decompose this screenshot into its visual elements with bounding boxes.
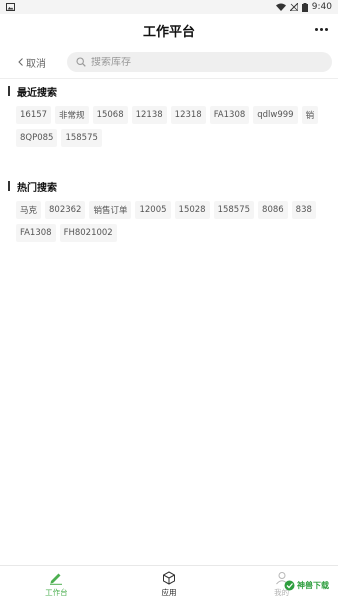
recent-tag[interactable]: 非常规 (55, 106, 89, 124)
watermark: 神兽下载 (284, 580, 329, 591)
nav-label-workbench: 工作台 (45, 587, 68, 597)
recent-tag[interactable]: FA1308 (209, 106, 250, 124)
more-button[interactable] (314, 22, 328, 36)
recent-tag[interactable]: 销 (301, 106, 319, 124)
status-time: 9:40 (311, 2, 332, 12)
header: 工作平台 (0, 14, 338, 46)
recent-tag[interactable]: 16157 (16, 106, 52, 124)
signal-icon (289, 3, 298, 11)
recent-search-section: 最近搜索 16157 非常规 15068 12138 12318 FA1308 … (0, 84, 338, 152)
more-dot-icon (319, 27, 323, 31)
nav-item-workbench[interactable]: 工作台 (0, 566, 113, 600)
more-dot-icon (324, 27, 328, 31)
hot-tag[interactable]: 8086 (258, 201, 288, 219)
wifi-icon (275, 3, 286, 11)
search-input[interactable] (91, 56, 311, 68)
search-box[interactable] (67, 52, 332, 72)
hot-tag[interactable]: 802362 (45, 201, 86, 219)
search-divider (0, 78, 338, 79)
hot-search-heading: 热门搜索 (8, 179, 338, 194)
search-icon (76, 57, 86, 67)
nav-item-apps[interactable]: 应用 (113, 566, 226, 600)
recent-tag[interactable]: 158575 (61, 129, 102, 147)
status-left (6, 3, 15, 11)
hot-search-section: 热门搜索 马克 802362 销售订单 12005 15028 158575 8… (0, 179, 338, 247)
recent-tag[interactable]: 12138 (131, 106, 167, 124)
hot-tag-list: 马克 802362 销售订单 12005 15028 158575 8086 8… (16, 201, 332, 247)
hot-tag[interactable]: 15028 (174, 201, 210, 219)
hot-tag[interactable]: FA1308 (16, 224, 56, 242)
heading-bar (8, 181, 10, 191)
status-right: 9:40 (275, 2, 332, 12)
recent-tag[interactable]: qdlw999 (253, 106, 298, 124)
hot-tag[interactable]: 158575 (213, 201, 255, 219)
heading-bar (8, 86, 10, 96)
battery-icon (301, 2, 308, 12)
hot-tag[interactable]: 销售订单 (89, 201, 132, 219)
recent-tag[interactable]: 12318 (170, 106, 206, 124)
cube-icon (163, 570, 175, 585)
cancel-button[interactable]: 取消 (18, 55, 62, 70)
status-bar: 9:40 (0, 0, 338, 14)
recent-tag-list: 16157 非常规 15068 12138 12318 FA1308 qdlw9… (16, 106, 332, 152)
recent-search-title: 最近搜索 (17, 87, 57, 99)
recent-tag[interactable]: 8QP085 (16, 129, 58, 147)
cancel-label: 取消 (26, 58, 46, 70)
nav-label-apps: 应用 (161, 587, 177, 597)
watermark-text: 神兽下载 (297, 580, 329, 590)
page-title: 工作平台 (142, 24, 195, 40)
hot-tag[interactable]: 838 (291, 201, 316, 219)
watermark-logo-icon (284, 580, 295, 591)
recent-search-heading: 最近搜索 (8, 84, 338, 99)
recent-tag[interactable]: 15068 (92, 106, 128, 124)
hot-tag[interactable]: FH8021002 (59, 224, 117, 242)
pencil-icon (50, 573, 63, 585)
hot-search-title: 热门搜索 (17, 182, 57, 194)
search-row: 取消 (0, 46, 338, 78)
hot-tag[interactable]: 马克 (16, 201, 42, 219)
chevron-left-icon (18, 58, 23, 66)
photo-icon (6, 3, 15, 11)
hot-tag[interactable]: 12005 (135, 201, 171, 219)
more-dot-icon (314, 27, 318, 31)
